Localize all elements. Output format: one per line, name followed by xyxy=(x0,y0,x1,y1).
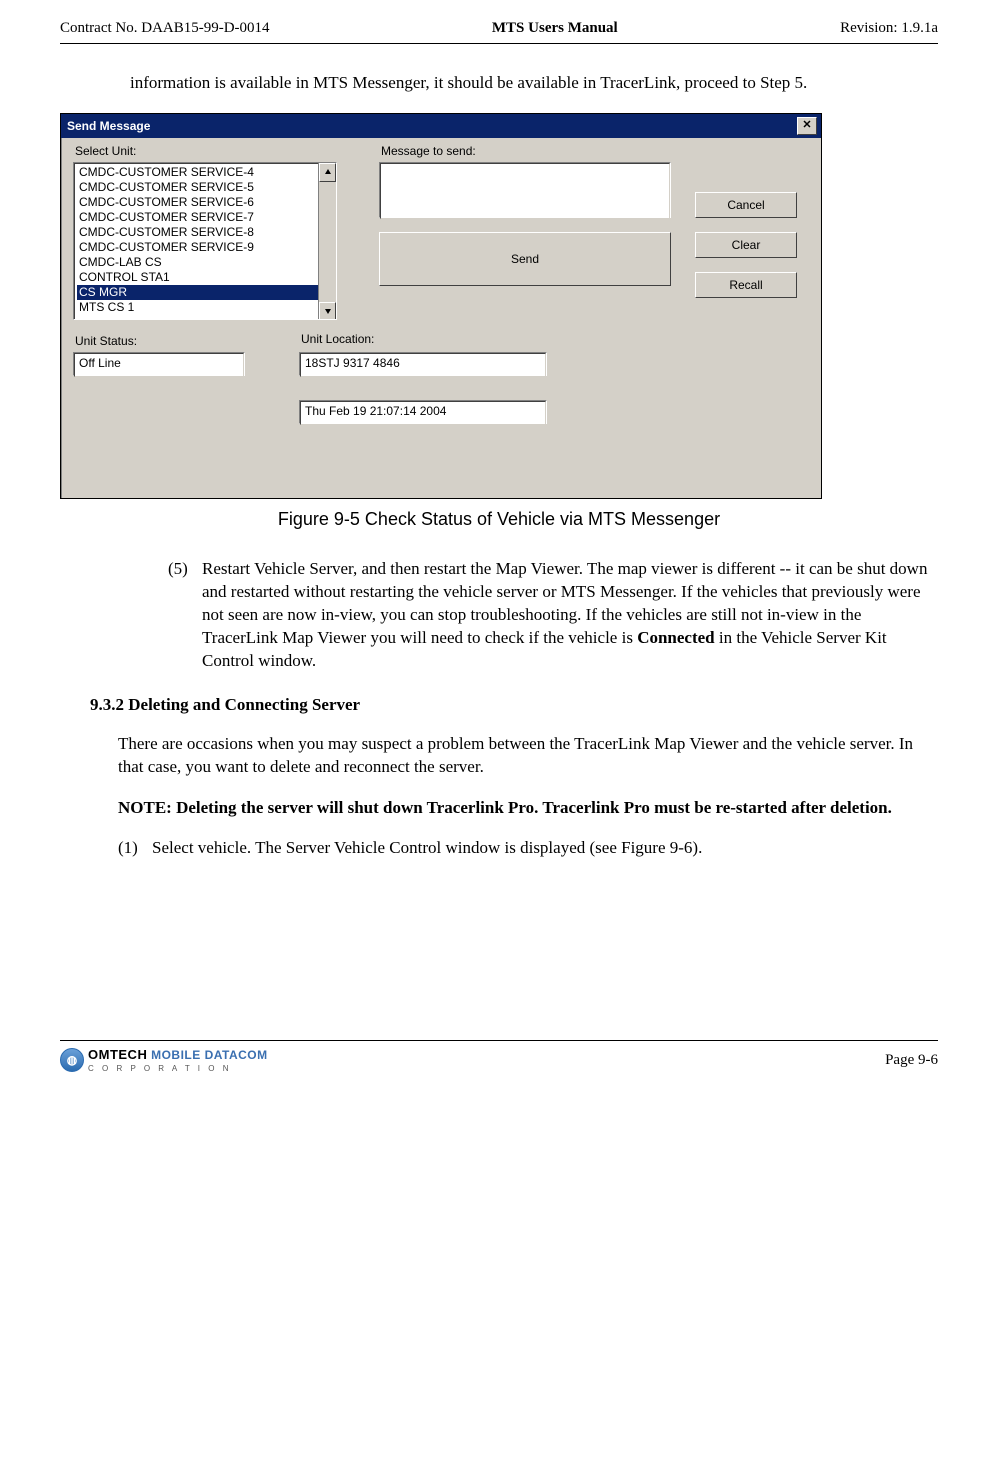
send-button[interactable]: Send xyxy=(379,232,671,286)
timestamp-field: Thu Feb 19 21:07:14 2004 xyxy=(299,400,547,424)
list1-text: Select vehicle. The Server Vehicle Contr… xyxy=(152,837,702,860)
unit-location-field: 18STJ 9317 4846 xyxy=(299,352,547,376)
unit-listbox[interactable]: CMDC-CUSTOMER SERVICE-4CMDC-CUSTOMER SER… xyxy=(73,162,337,320)
unit-status-label: Unit Status: xyxy=(75,334,137,348)
dialog-title: Send Message xyxy=(67,119,150,133)
recall-button[interactable]: Recall xyxy=(695,272,797,298)
logo-text-mobile-datacom: MOBILE DATACOM xyxy=(151,1048,268,1062)
list5-bold: Connected xyxy=(637,628,714,647)
list-item[interactable]: CMDC-CUSTOMER SERVICE-6 xyxy=(77,195,333,210)
list-number: (1) xyxy=(118,837,152,860)
list-item[interactable]: CMDC-CUSTOMER SERVICE-4 xyxy=(77,165,333,180)
message-textarea[interactable] xyxy=(379,162,671,218)
scroll-down-icon[interactable] xyxy=(319,302,336,320)
close-icon[interactable]: ✕ xyxy=(797,117,817,135)
list-item[interactable]: CMDC-LAB CS xyxy=(77,255,333,270)
list-item[interactable]: CMDC-CUSTOMER SERVICE-8 xyxy=(77,225,333,240)
unit-location-label: Unit Location: xyxy=(301,332,374,346)
list-item[interactable]: CMDC-CUSTOMER SERVICE-7 xyxy=(77,210,333,225)
list-item[interactable]: CONTROL STA1 xyxy=(77,270,333,285)
header-left: Contract No. DAAB15-99-D-0014 xyxy=(60,20,270,37)
logo-subtext: C O R P O R A T I O N xyxy=(88,1064,268,1073)
list-item[interactable]: CMDC-CUSTOMER SERVICE-5 xyxy=(77,180,333,195)
message-to-send-label: Message to send: xyxy=(381,144,476,158)
header-center: MTS Users Manual xyxy=(492,20,618,37)
list-item-5: (5) Restart Vehicle Server, and then res… xyxy=(168,558,938,673)
note-paragraph: NOTE: Deleting the server will shut down… xyxy=(118,797,938,820)
footer-rule xyxy=(60,1040,938,1041)
globe-icon: ◍ xyxy=(60,1048,84,1072)
scroll-up-icon[interactable] xyxy=(319,163,336,182)
list-item[interactable]: CMDC-CUSTOMER SERVICE-9 xyxy=(77,240,333,255)
clear-button[interactable]: Clear xyxy=(695,232,797,258)
select-unit-label: Select Unit: xyxy=(75,144,136,158)
list-number: (5) xyxy=(168,558,202,673)
section-paragraph: There are occasions when you may suspect… xyxy=(118,733,938,779)
footer-logo: ◍ OMTECH MOBILE DATACOM C O R P O R A T … xyxy=(60,1047,268,1073)
page-number: Page 9-6 xyxy=(885,1052,938,1069)
listbox-scrollbar[interactable] xyxy=(318,163,336,320)
list-item[interactable]: MTS CS 1 xyxy=(77,300,333,315)
section-heading: 9.3.2 Deleting and Connecting Server xyxy=(90,695,938,715)
intro-paragraph: information is available in MTS Messenge… xyxy=(130,72,938,95)
list-item[interactable]: CS MGR xyxy=(77,285,333,300)
unit-status-field: Off Line xyxy=(73,352,245,376)
header-right: Revision: 1.9.1a xyxy=(840,20,938,37)
cancel-button[interactable]: Cancel xyxy=(695,192,797,218)
logo-text-omtech: OMTECH xyxy=(88,1047,147,1062)
figure-caption: Figure 9-5 Check Status of Vehicle via M… xyxy=(60,509,938,530)
header-rule xyxy=(60,43,938,44)
send-message-dialog: Send Message ✕ Select Unit: Message to s… xyxy=(60,113,822,499)
